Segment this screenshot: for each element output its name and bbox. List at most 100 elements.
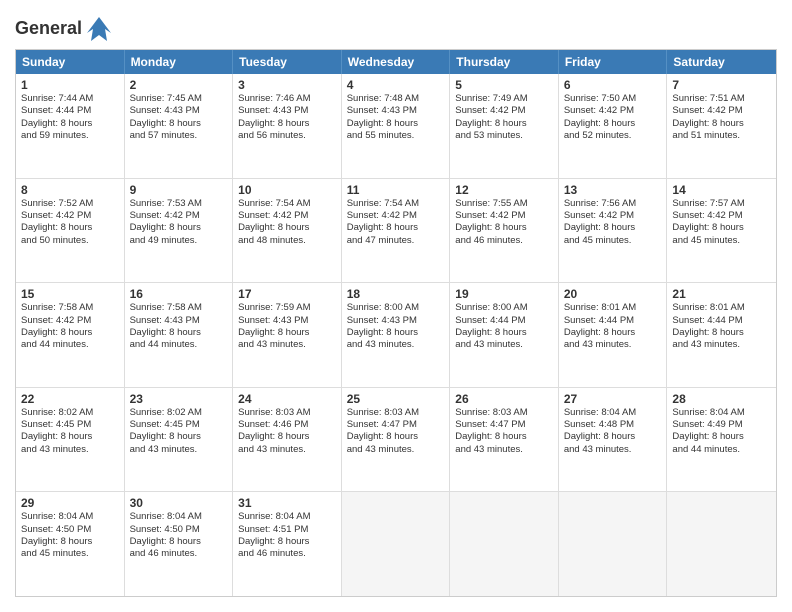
calendar-cell [342,492,451,596]
cell-line: Sunrise: 8:03 AM [238,407,336,419]
cell-line: Daylight: 8 hours [455,118,553,130]
cell-line: Sunrise: 7:52 AM [21,198,119,210]
calendar-cell: 2Sunrise: 7:45 AMSunset: 4:43 PMDaylight… [125,74,234,178]
calendar-cell: 13Sunrise: 7:56 AMSunset: 4:42 PMDayligh… [559,179,668,283]
logo-bird-icon [85,15,113,43]
cell-line: Sunrise: 8:01 AM [564,302,662,314]
cell-line: Sunset: 4:47 PM [347,419,445,431]
day-number: 23 [130,392,228,406]
day-number: 13 [564,183,662,197]
cell-line: and 43 minutes. [21,444,119,456]
cell-line: Sunset: 4:51 PM [238,524,336,536]
header: General [15,15,777,39]
page: General SundayMondayTuesdayWednesdayThur… [0,0,792,612]
cell-line: Sunrise: 7:57 AM [672,198,771,210]
calendar-cell: 16Sunrise: 7:58 AMSunset: 4:43 PMDayligh… [125,283,234,387]
day-number: 10 [238,183,336,197]
cell-line: Daylight: 8 hours [130,118,228,130]
calendar-cell: 21Sunrise: 8:01 AMSunset: 4:44 PMDayligh… [667,283,776,387]
cell-line: Sunrise: 8:03 AM [455,407,553,419]
day-number: 7 [672,78,771,92]
calendar-header: SundayMondayTuesdayWednesdayThursdayFrid… [16,50,776,74]
cell-line: and 57 minutes. [130,130,228,142]
cell-line: Sunset: 4:44 PM [21,105,119,117]
cell-line: and 46 minutes. [238,548,336,560]
cell-line: and 43 minutes. [347,444,445,456]
calendar-cell: 23Sunrise: 8:02 AMSunset: 4:45 PMDayligh… [125,388,234,492]
calendar-row: 8Sunrise: 7:52 AMSunset: 4:42 PMDaylight… [16,178,776,283]
cell-line: and 43 minutes. [238,444,336,456]
cell-line: Daylight: 8 hours [21,118,119,130]
cell-line: Sunset: 4:50 PM [21,524,119,536]
cell-line: Sunset: 4:42 PM [672,210,771,222]
cell-line: Sunrise: 7:58 AM [21,302,119,314]
cell-line: Daylight: 8 hours [130,431,228,443]
cell-line: Sunrise: 7:45 AM [130,93,228,105]
cell-line: Sunset: 4:43 PM [130,315,228,327]
calendar-cell [450,492,559,596]
cell-line: Sunrise: 8:03 AM [347,407,445,419]
calendar-row: 29Sunrise: 8:04 AMSunset: 4:50 PMDayligh… [16,491,776,596]
cell-line: and 45 minutes. [21,548,119,560]
calendar-cell: 26Sunrise: 8:03 AMSunset: 4:47 PMDayligh… [450,388,559,492]
cell-line: Sunrise: 8:04 AM [564,407,662,419]
day-number: 27 [564,392,662,406]
day-number: 25 [347,392,445,406]
cell-line: Sunrise: 8:04 AM [130,511,228,523]
calendar-cell: 17Sunrise: 7:59 AMSunset: 4:43 PMDayligh… [233,283,342,387]
cell-line: Daylight: 8 hours [347,431,445,443]
cell-line: Sunset: 4:43 PM [238,315,336,327]
logo-text: General [15,15,113,39]
calendar-cell: 11Sunrise: 7:54 AMSunset: 4:42 PMDayligh… [342,179,451,283]
cell-line: and 50 minutes. [21,235,119,247]
calendar-cell [667,492,776,596]
cell-line: Sunrise: 8:01 AM [672,302,771,314]
day-number: 3 [238,78,336,92]
day-number: 16 [130,287,228,301]
cell-line: and 46 minutes. [455,235,553,247]
cell-line: and 43 minutes. [564,339,662,351]
calendar-cell: 29Sunrise: 8:04 AMSunset: 4:50 PMDayligh… [16,492,125,596]
cell-line: and 52 minutes. [564,130,662,142]
calendar-row: 1Sunrise: 7:44 AMSunset: 4:44 PMDaylight… [16,74,776,178]
cell-line: Sunrise: 8:00 AM [347,302,445,314]
cell-line: and 45 minutes. [672,235,771,247]
cell-line: and 51 minutes. [672,130,771,142]
cell-line: and 43 minutes. [347,339,445,351]
cell-line: Sunrise: 8:02 AM [21,407,119,419]
calendar-cell: 24Sunrise: 8:03 AMSunset: 4:46 PMDayligh… [233,388,342,492]
cell-line: and 43 minutes. [564,444,662,456]
cell-line: Sunset: 4:43 PM [347,105,445,117]
calendar-cell: 15Sunrise: 7:58 AMSunset: 4:42 PMDayligh… [16,283,125,387]
day-number: 12 [455,183,553,197]
calendar-cell: 22Sunrise: 8:02 AMSunset: 4:45 PMDayligh… [16,388,125,492]
cell-line: Sunrise: 8:04 AM [238,511,336,523]
calendar-cell: 30Sunrise: 8:04 AMSunset: 4:50 PMDayligh… [125,492,234,596]
cell-line: Daylight: 8 hours [564,327,662,339]
cell-line: Daylight: 8 hours [672,327,771,339]
cell-line: Sunset: 4:42 PM [21,315,119,327]
calendar: SundayMondayTuesdayWednesdayThursdayFrid… [15,49,777,597]
cell-line: Daylight: 8 hours [238,327,336,339]
calendar-cell: 31Sunrise: 8:04 AMSunset: 4:51 PMDayligh… [233,492,342,596]
day-number: 17 [238,287,336,301]
cell-line: and 45 minutes. [564,235,662,247]
cell-line: Daylight: 8 hours [347,327,445,339]
calendar-cell [559,492,668,596]
day-number: 31 [238,496,336,510]
cell-line: Sunrise: 8:04 AM [672,407,771,419]
day-number: 4 [347,78,445,92]
cell-line: Sunset: 4:43 PM [238,105,336,117]
calendar-cell: 3Sunrise: 7:46 AMSunset: 4:43 PMDaylight… [233,74,342,178]
day-number: 28 [672,392,771,406]
cell-line: Sunset: 4:42 PM [130,210,228,222]
cell-line: Sunrise: 7:51 AM [672,93,771,105]
cell-line: and 43 minutes. [672,339,771,351]
cell-line: Sunset: 4:42 PM [455,210,553,222]
cell-line: Sunrise: 7:49 AM [455,93,553,105]
cell-line: and 43 minutes. [455,444,553,456]
calendar-cell: 1Sunrise: 7:44 AMSunset: 4:44 PMDaylight… [16,74,125,178]
cell-line: Sunset: 4:45 PM [130,419,228,431]
day-number: 15 [21,287,119,301]
calendar-cell: 5Sunrise: 7:49 AMSunset: 4:42 PMDaylight… [450,74,559,178]
